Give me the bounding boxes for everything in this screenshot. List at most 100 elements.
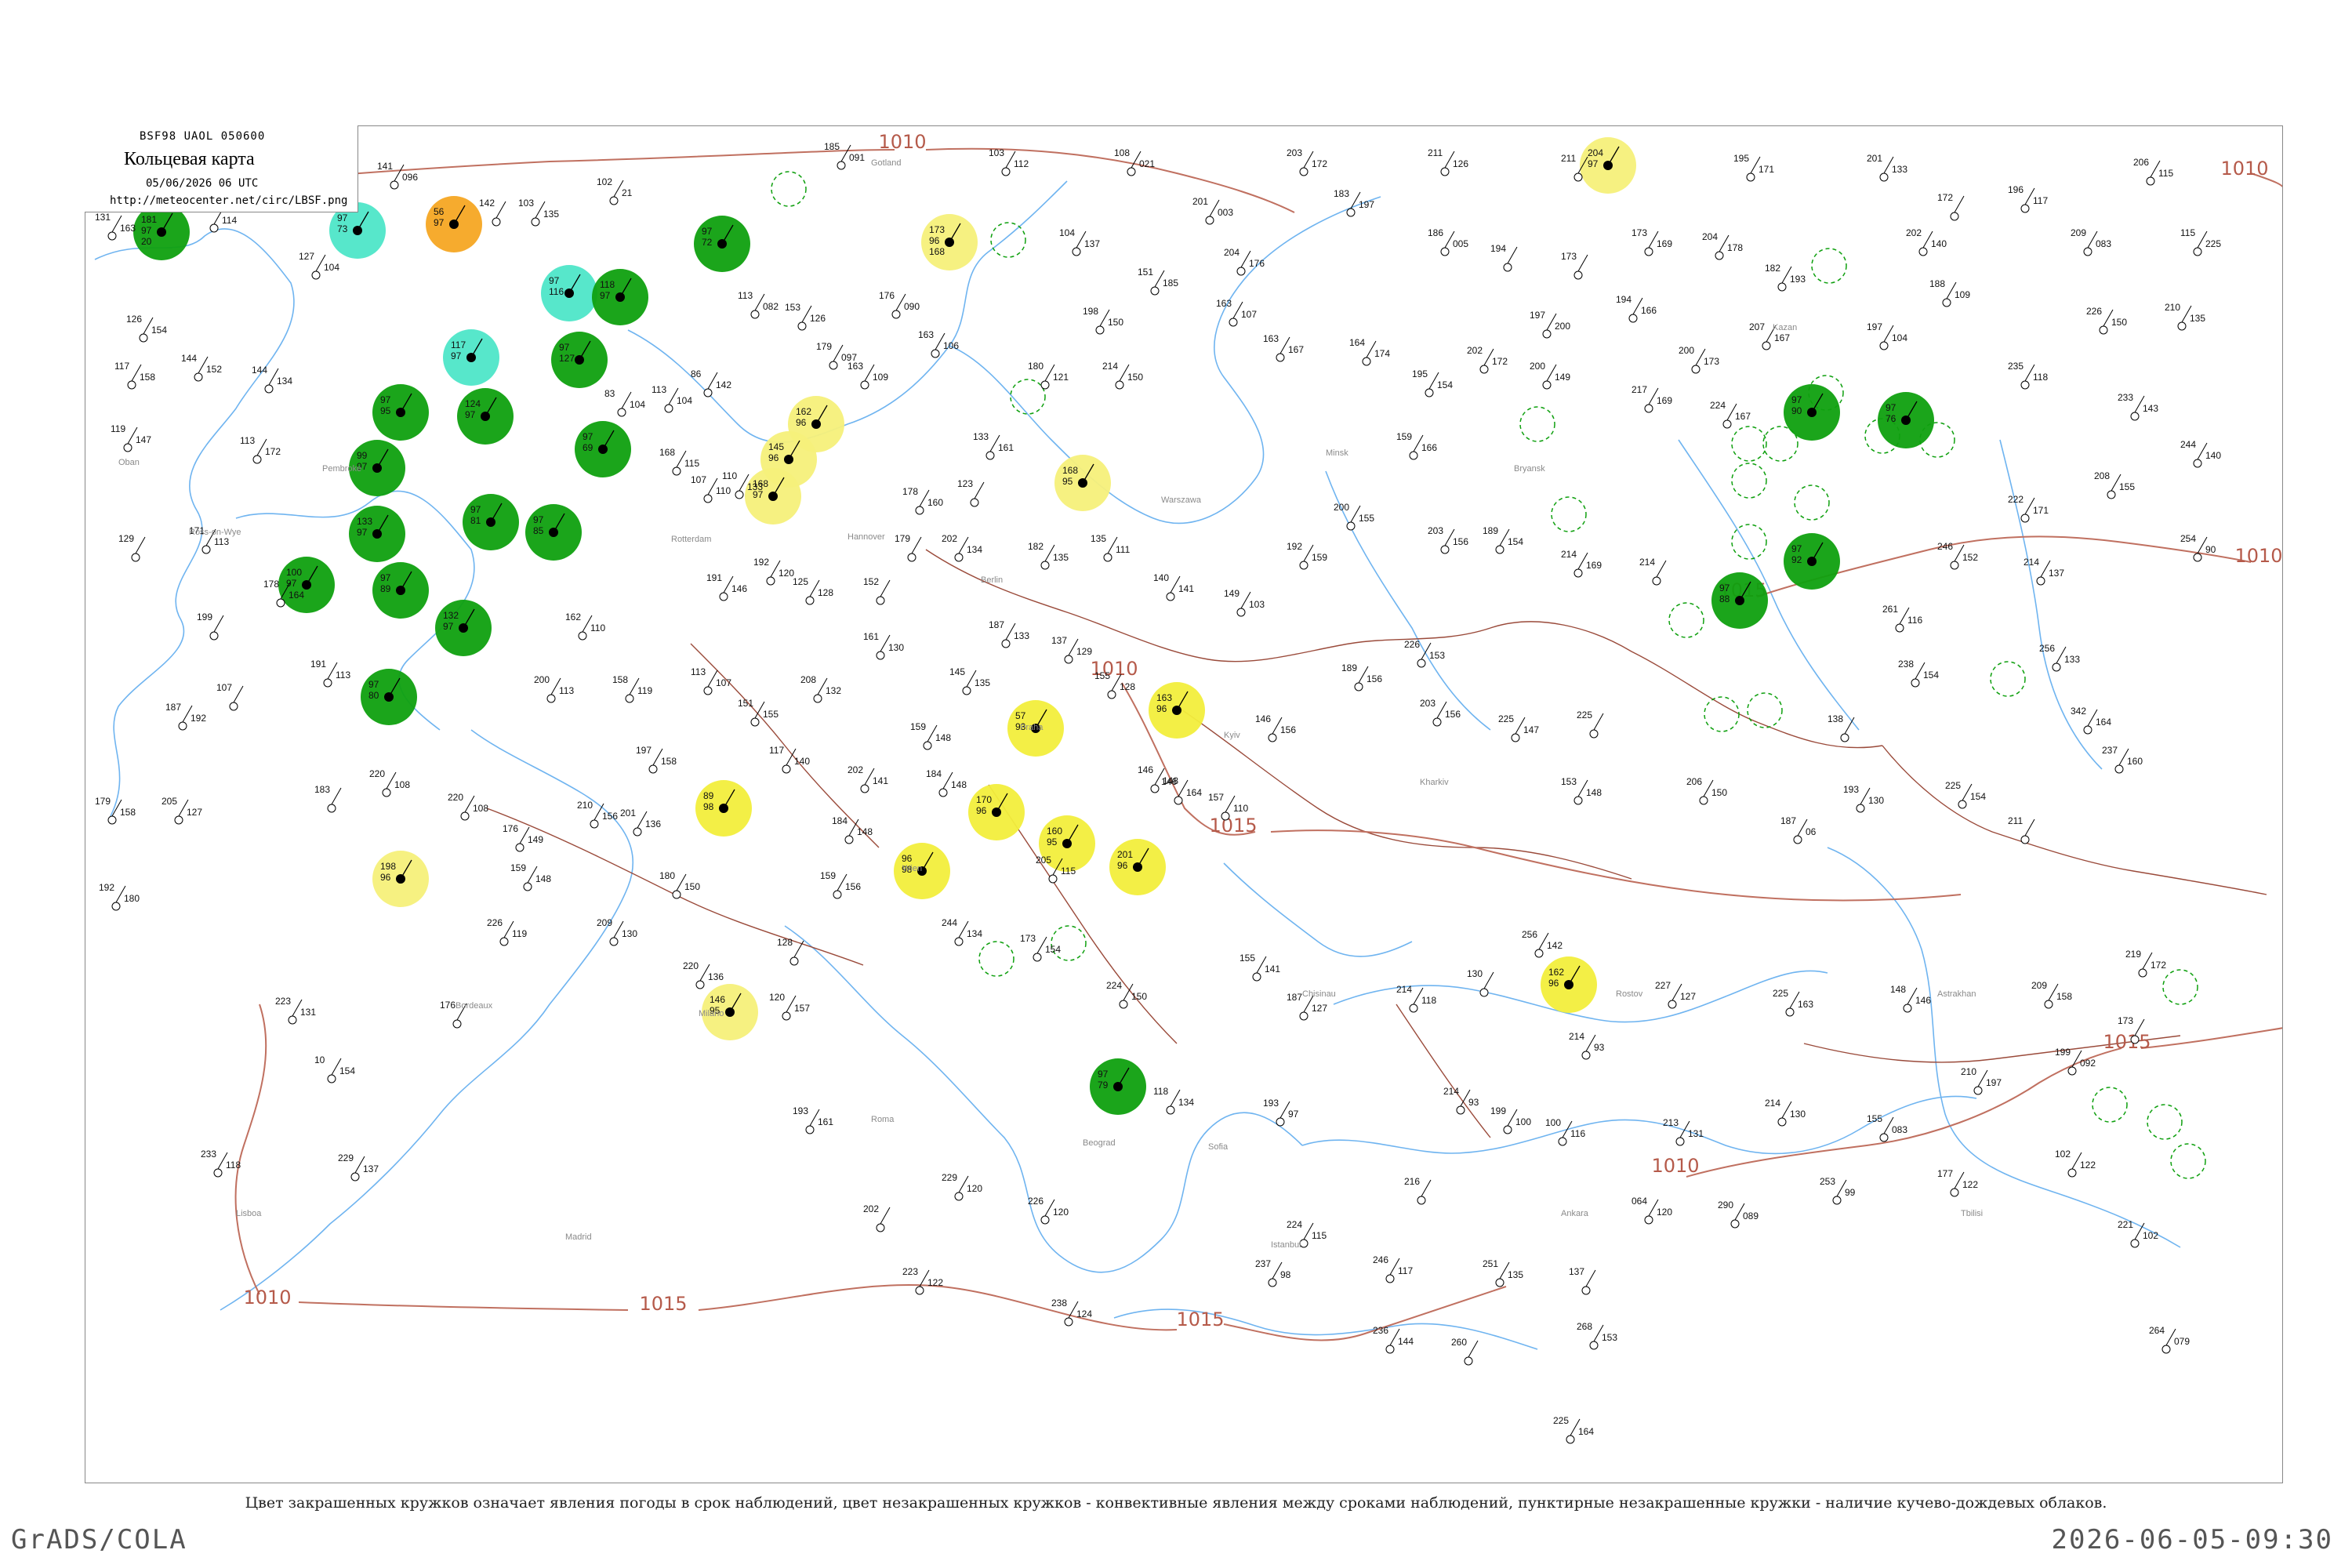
station-plot[interactable]: 264 079 [2149,1325,2190,1354]
station-plot[interactable]: 226 153 [1404,639,1445,668]
station-plot[interactable]: 153 126 [785,302,826,331]
station-plot[interactable]: 214 118 [1396,984,1436,1013]
station-plot[interactable]: 195 171 [1733,153,1774,182]
station-plot[interactable]: 201 133 [1867,153,1907,182]
station-shower[interactable]: 19896 [372,851,429,907]
station-plot[interactable]: 113 172 [240,435,281,464]
station-plot[interactable]: 219 172 [2125,949,2166,978]
station-plot[interactable]: 188 109 [1929,278,1970,307]
station-rain[interactable]: 12497 [457,388,514,445]
station-plot[interactable]: 223 122 [902,1266,943,1295]
station-shower[interactable]: 17396168 [921,214,978,270]
station-plot[interactable]: 251 135 [1483,1258,1523,1287]
station-plot[interactable]: 211 126 [1428,147,1468,176]
station-plot[interactable]: 200 155 [1334,502,1374,531]
station-plot[interactable]: 244 140 [2180,439,2221,468]
station-plot[interactable]: 184 148 [926,768,967,797]
station-plot[interactable]: 194 [1490,243,1518,272]
station-plot[interactable]: 253 99 [1820,1176,1856,1205]
station-plot[interactable]: 206 115 [2133,157,2173,186]
station-plot[interactable]: 221 102 [2118,1219,2158,1248]
station-plot[interactable]: 182 193 [1765,263,1806,292]
station-plot[interactable]: 138 [1828,713,1855,742]
station-plot[interactable]: 197 158 [636,745,677,774]
station-plot[interactable]: 201 003 [1192,196,1233,225]
station-plot[interactable]: 208 155 [2094,470,2135,499]
station-plot[interactable]: 172 [1937,192,1965,221]
station-plot[interactable]: 192120 [753,557,794,586]
station-shower[interactable]: 16897 [745,468,801,524]
station-plot[interactable]: 196 117 [2008,184,2048,213]
station-rain[interactable]: 9780 [361,669,417,725]
station-plot[interactable]: 236 144 [1373,1325,1414,1354]
station-drizzle[interactable]: 16296 [1541,956,1597,1013]
station-plot[interactable]: 127 104 [299,251,339,280]
station-plot[interactable]: 146 148 [1138,764,1178,793]
station-plot[interactable]: 214 [1639,557,1667,586]
station-rain[interactable]: 9779 [1090,1058,1146,1115]
station-plot[interactable]: 290 089 [1718,1200,1759,1229]
station-plot[interactable]: 223 131 [275,996,316,1025]
station-plot[interactable]: 233 118 [201,1149,241,1178]
station-plot[interactable]: 179 158 [95,796,136,825]
station-plot[interactable]: 168 115 [659,447,699,476]
station-rain[interactable]: 10097 [278,557,335,613]
station-plot[interactable]: 209 130 [597,917,637,946]
station-rain[interactable]: 9790 [1784,384,1840,441]
station-plot[interactable]: 216 [1404,1176,1432,1205]
station-plot[interactable]: 193 97 [1263,1098,1299,1127]
station-plot[interactable]: 113 082 [738,290,779,319]
station-plot[interactable]: 246 152 [1937,541,1978,570]
station-plot[interactable]: 204 176 [1224,247,1265,276]
station-plot[interactable]: 200 113 [534,674,574,703]
station-plot[interactable]: 229 137 [338,1152,379,1181]
station-plot[interactable]: 197 104 [1867,321,1907,350]
station-rain[interactable]: 9785 [525,504,582,561]
station-plot[interactable]: 199 [197,612,224,641]
station-plot[interactable]: 192 159 [1287,541,1327,570]
station-fog[interactable]: 11797 [443,329,499,386]
station-plot[interactable]: 244 134 [942,917,982,946]
station-haze[interactable]: 5697 [426,196,482,252]
station-plot[interactable]: 226 119 [487,917,527,946]
station-plot[interactable]: 209 158 [2031,980,2072,1009]
station-drizzle[interactable]: 17096 [968,784,1025,840]
station-plot[interactable]: 179 [895,533,922,562]
station-plot[interactable]: 104 137 [1059,227,1100,256]
station-plot[interactable]: 185 091 [824,141,865,170]
station-plot[interactable]: 227 127 [1655,980,1696,1009]
station-shower[interactable]: 16895 [1054,455,1111,511]
station-plot[interactable]: 220 108 [448,792,488,821]
station-plot[interactable]: 225 147 [1498,713,1539,742]
station-plot[interactable]: 151 185 [1138,267,1178,296]
station-drizzle[interactable]: 16396 [1149,682,1205,739]
station-plot[interactable]: 180 121 [1028,361,1069,390]
station-plot[interactable]: 161 130 [863,631,904,660]
station-plot[interactable]: 158 119 [612,674,652,703]
station-plot[interactable]: 155 083 [1867,1113,1907,1142]
station-plot[interactable]: 10 154 [314,1054,355,1083]
station-plot[interactable]: 103 135 [518,198,559,227]
station-plot[interactable]: 189 154 [1483,525,1523,554]
station-plot[interactable]: 195 154 [1412,368,1453,397]
station-plot[interactable]: 246 117 [1373,1254,1413,1283]
station-plot[interactable]: 198 150 [1083,306,1123,335]
station-plot[interactable]: 145 135 [949,666,990,695]
station-plot[interactable]: 199 100 [1490,1105,1531,1134]
station-plot[interactable]: 162 110 [565,612,605,641]
station-plot[interactable]: 107 [216,682,244,711]
station-plot[interactable]: 238 154 [1898,659,1939,688]
station-plot[interactable]: 202 [863,1203,891,1232]
station-plot[interactable]: 186 005 [1428,227,1468,256]
station-fog[interactable]: 97116 [541,265,597,321]
station-rain[interactable]: 9772 [694,216,750,272]
station-rain[interactable]: 97127 [551,332,608,388]
station-plot[interactable]: 261 116 [1882,604,1922,633]
station-plot[interactable]: 202 172 [1467,345,1508,374]
station-plot[interactable]: 102 21 [597,176,633,205]
station-plot[interactable]: 214 150 [1102,361,1143,390]
station-plot[interactable]: 140 141 [1153,572,1194,601]
station-rain[interactable]: 9795 [372,384,429,441]
station-plot[interactable]: 130 [1467,968,1494,997]
station-rain[interactable]: 9792 [1784,533,1840,590]
